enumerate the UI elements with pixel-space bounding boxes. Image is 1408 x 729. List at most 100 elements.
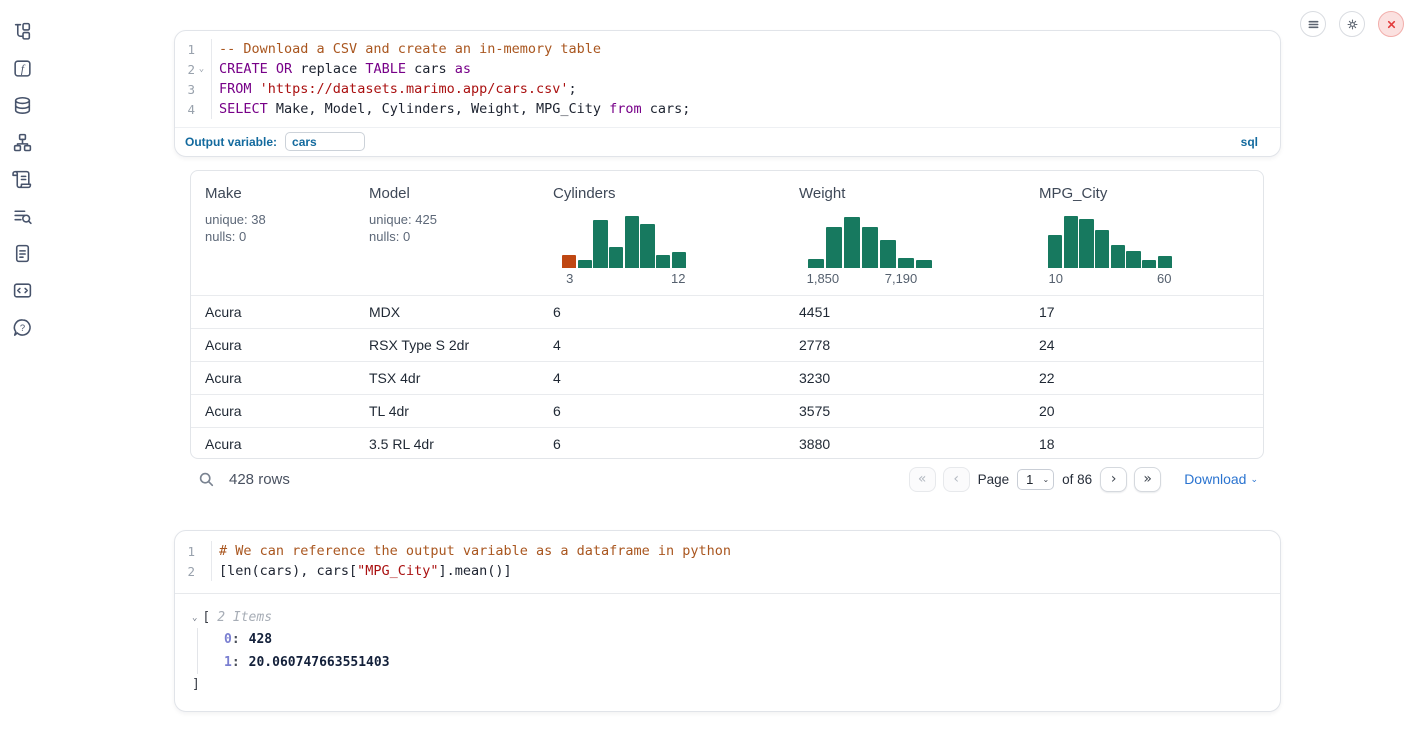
- code-token: TABLE: [365, 61, 406, 77]
- table-cell: 4: [539, 370, 785, 386]
- table-cell: 3.5 RL 4dr: [355, 436, 539, 452]
- column-header-cylinders[interactable]: Cylinders312: [539, 171, 785, 295]
- output-variable-row: Output variable: sql: [175, 127, 1280, 155]
- table-cell: 24: [1025, 337, 1264, 353]
- shutdown-close-icon[interactable]: [1378, 11, 1404, 37]
- code-token: replace: [292, 61, 365, 77]
- table-cell: 6: [539, 403, 785, 419]
- column-header-weight[interactable]: Weight1,8507,190: [785, 171, 1025, 295]
- next-page-button[interactable]: ›: [1100, 467, 1127, 492]
- svg-text:f: f: [20, 64, 25, 76]
- hist-bar[interactable]: [656, 255, 670, 268]
- logs-icon[interactable]: [12, 206, 33, 227]
- table-row[interactable]: AcuraTSX 4dr4323022: [191, 361, 1263, 394]
- column-stat: nulls: 0: [369, 229, 539, 246]
- hist-bar[interactable]: [1064, 216, 1078, 268]
- tree-entry-value: 20.060747663551403: [249, 655, 390, 670]
- search-icon[interactable]: [198, 471, 215, 488]
- hist-bar[interactable]: [1126, 251, 1140, 268]
- prev-page-button[interactable]: ‹: [943, 467, 970, 492]
- list-output-tree: ⌄ [ 2 Items 0:4281:20.060747663551403 ]: [175, 594, 1280, 695]
- table-cell: 18: [1025, 436, 1264, 452]
- python-code-editor[interactable]: 1# We can reference the output variable …: [175, 531, 1280, 594]
- hist-bar[interactable]: [640, 224, 654, 268]
- code-line[interactable]: 2[len(cars), cars["MPG_City"].mean()]: [175, 561, 1280, 581]
- axis-tick-label: 1,850: [807, 271, 840, 286]
- page-select[interactable]: 1 ⌄: [1017, 469, 1054, 490]
- hist-bar[interactable]: [593, 220, 607, 268]
- code-token: from: [609, 101, 642, 117]
- last-page-button[interactable]: »: [1134, 467, 1161, 492]
- first-page-button[interactable]: «: [909, 467, 936, 492]
- table-cell: MDX: [355, 304, 539, 320]
- chevron-down-icon: ⌄: [1250, 474, 1258, 485]
- table-cell: 4: [539, 337, 785, 353]
- hist-bar[interactable]: [1095, 230, 1109, 268]
- histogram-axis: 312: [562, 268, 686, 286]
- hist-bar[interactable]: [880, 240, 896, 268]
- table-header-row: Makeunique: 38nulls: 0Modelunique: 425nu…: [191, 171, 1263, 295]
- hist-bar[interactable]: [1111, 245, 1125, 268]
- settings-gear-icon[interactable]: [1339, 11, 1365, 37]
- table-row[interactable]: AcuraMDX6445117: [191, 295, 1263, 328]
- documentation-icon[interactable]: [12, 243, 33, 264]
- download-button[interactable]: Download ⌄: [1184, 471, 1258, 487]
- hist-bar[interactable]: [578, 260, 592, 268]
- table-cell: TL 4dr: [355, 403, 539, 419]
- code-line[interactable]: 2⌄CREATE OR replace TABLE cars as: [175, 59, 1280, 79]
- help-icon[interactable]: ?: [12, 317, 33, 338]
- fold-chevron-icon[interactable]: ⌄: [195, 64, 208, 74]
- scratchpad-icon[interactable]: [12, 169, 33, 190]
- hist-bar[interactable]: [1079, 219, 1093, 268]
- code-line[interactable]: 3FROM 'https://datasets.marimo.app/cars.…: [175, 79, 1280, 99]
- histogram-mpg_city: [1048, 210, 1172, 268]
- code-token: ].mean()]: [438, 563, 511, 579]
- tree-root: ⌄ [ 2 Items: [192, 607, 1280, 628]
- column-header-make[interactable]: Makeunique: 38nulls: 0: [191, 171, 355, 295]
- notebook-controls: [1300, 11, 1404, 37]
- code-line[interactable]: 1-- Download a CSV and create an in-memo…: [175, 39, 1280, 59]
- database-icon[interactable]: [12, 95, 33, 116]
- histogram-axis: 1,8507,190: [808, 268, 932, 286]
- menu-icon[interactable]: [1300, 11, 1326, 37]
- hist-bar[interactable]: [625, 216, 639, 268]
- output-variable-input[interactable]: [285, 132, 365, 151]
- hist-bar[interactable]: [826, 227, 842, 268]
- hist-bar[interactable]: [672, 252, 686, 268]
- language-badge[interactable]: sql: [1241, 135, 1258, 149]
- code-line[interactable]: 4SELECT Make, Model, Cylinders, Weight, …: [175, 99, 1280, 119]
- hist-bar[interactable]: [808, 259, 824, 268]
- file-tree-icon[interactable]: [12, 21, 33, 42]
- table-row[interactable]: Acura3.5 RL 4dr6388018: [191, 427, 1263, 459]
- snippets-icon[interactable]: [12, 280, 33, 301]
- dependency-graph-icon[interactable]: [12, 132, 33, 153]
- code-line[interactable]: 1# We can reference the output variable …: [175, 541, 1280, 561]
- output-variable-label: Output variable:: [185, 135, 277, 149]
- hist-bar[interactable]: [1158, 256, 1172, 268]
- hist-bar[interactable]: [1142, 260, 1156, 268]
- table-cell: 4451: [785, 304, 1025, 320]
- page-total-label: of 86: [1062, 472, 1092, 487]
- column-header-mpg_city[interactable]: MPG_City1060: [1025, 171, 1264, 295]
- hist-bar[interactable]: [862, 227, 878, 268]
- items-count-label: 2 Items: [217, 610, 272, 625]
- hist-bar[interactable]: [916, 260, 932, 268]
- table-row[interactable]: AcuraTL 4dr6357520: [191, 394, 1263, 427]
- column-stat: nulls: 0: [205, 229, 355, 246]
- table-cell: Acura: [191, 337, 355, 353]
- column-header-model[interactable]: Modelunique: 425nulls: 0: [355, 171, 539, 295]
- hist-bar[interactable]: [562, 255, 576, 268]
- sql-code-editor[interactable]: 1-- Download a CSV and create an in-memo…: [175, 31, 1280, 127]
- table-row[interactable]: AcuraRSX Type S 2dr4277824: [191, 328, 1263, 361]
- functions-icon[interactable]: f: [12, 58, 33, 79]
- axis-tick-label: 3: [566, 271, 573, 286]
- hist-bar[interactable]: [844, 217, 860, 268]
- code-token: [268, 61, 276, 77]
- hist-bar[interactable]: [1048, 235, 1062, 268]
- collapse-chevron-icon[interactable]: ⌄: [192, 613, 197, 623]
- hist-bar[interactable]: [898, 258, 914, 268]
- close-bracket: ]: [192, 677, 200, 692]
- code-token: cars;: [642, 101, 691, 117]
- code-text: FROM 'https://datasets.marimo.app/cars.c…: [211, 79, 1280, 99]
- hist-bar[interactable]: [609, 247, 623, 268]
